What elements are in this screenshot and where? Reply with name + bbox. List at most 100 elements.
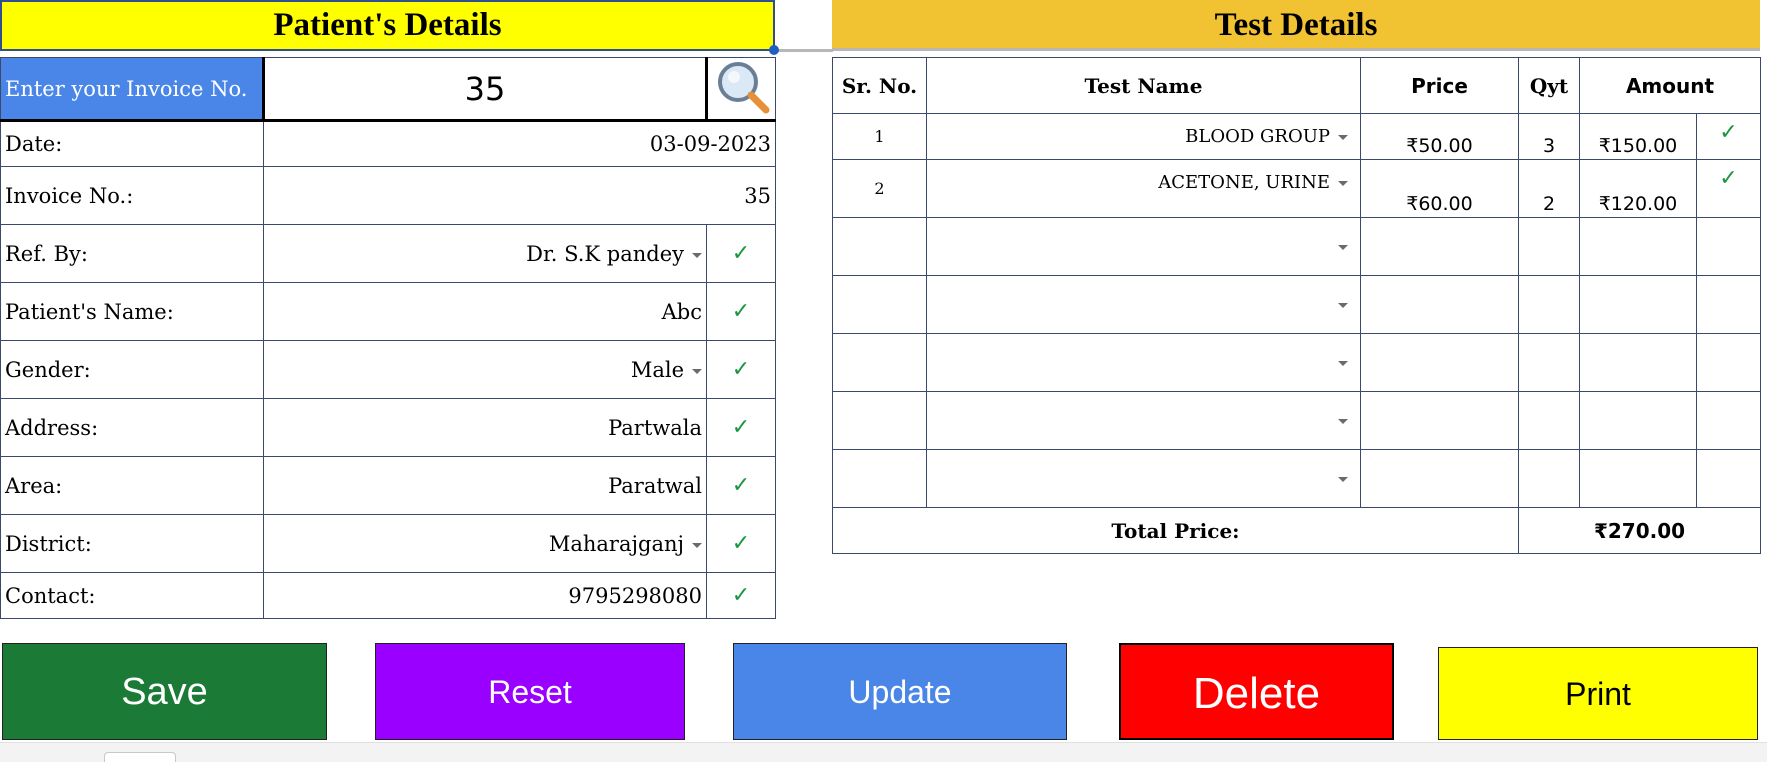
sr-no-cell <box>832 275 927 334</box>
dropdown-arrow-icon[interactable] <box>1338 134 1348 140</box>
sr-no-cell <box>832 333 927 392</box>
check-icon: ✓ <box>1695 159 1762 218</box>
save-button[interactable]: Save <box>2 643 327 740</box>
header-divider <box>775 49 833 52</box>
reset-button[interactable]: Reset <box>375 643 685 740</box>
check-cell <box>1695 217 1762 276</box>
date-value[interactable]: 03-09-2023 <box>263 120 776 167</box>
district-select[interactable]: Maharajganj <box>263 514 707 573</box>
price-cell: ₹50.00 <box>1360 113 1519 160</box>
check-icon: ✓ <box>706 456 776 515</box>
check-icon: ✓ <box>1695 113 1762 160</box>
sr-no-cell <box>832 391 927 450</box>
amount-header: Amount <box>1578 57 1762 114</box>
amount-cell <box>1579 275 1697 334</box>
test-name-select[interactable]: ACETONE, URINE <box>926 159 1361 218</box>
invoice-no-value[interactable]: 35 <box>263 166 776 225</box>
test-details-table: Sr. No. Test Name Price Qyt Amount 1 BLO… <box>832 57 1762 554</box>
patient-name-label: Patient's Name: <box>0 282 264 341</box>
address-label: Address: <box>0 398 264 457</box>
patient-details-header: Patient's Details <box>0 0 775 51</box>
magnifier-icon[interactable] <box>713 58 771 114</box>
sr-no-cell: 2 <box>832 159 927 218</box>
sr-no-cell <box>832 449 927 508</box>
check-cell <box>1695 333 1762 392</box>
amount-cell: ₹120.00 <box>1579 159 1697 218</box>
qty-cell[interactable] <box>1518 391 1580 450</box>
price-cell <box>1360 275 1519 334</box>
qty-cell[interactable] <box>1518 275 1580 334</box>
invoice-search-input[interactable]: 35 <box>262 57 708 122</box>
dropdown-arrow-icon[interactable] <box>692 368 702 374</box>
date-label: Date: <box>0 120 264 167</box>
test-name-select[interactable] <box>926 391 1361 450</box>
check-icon: ✓ <box>706 514 776 573</box>
invoice-no-label: Invoice No.: <box>0 166 264 225</box>
test-details-header: Test Details <box>832 0 1760 51</box>
dropdown-arrow-icon[interactable] <box>1338 244 1348 250</box>
price-cell <box>1360 333 1519 392</box>
price-cell <box>1360 449 1519 508</box>
contact-value[interactable]: 9795298080 <box>263 572 707 619</box>
search-button[interactable] <box>706 57 776 122</box>
selection-handle[interactable] <box>769 45 779 55</box>
price-cell: ₹60.00 <box>1360 159 1519 218</box>
amount-cell <box>1579 391 1697 450</box>
test-name-select[interactable] <box>926 217 1361 276</box>
check-icon: ✓ <box>706 282 776 341</box>
check-icon: ✓ <box>706 572 776 619</box>
price-cell <box>1360 217 1519 276</box>
test-name-value: ACETONE, URINE <box>1158 172 1330 193</box>
price-header: Price <box>1360 57 1519 114</box>
test-name-select[interactable] <box>926 449 1361 508</box>
qty-cell[interactable] <box>1518 449 1580 508</box>
patient-details-table: Enter your Invoice No. 35 Date: 03-09-20… <box>0 57 776 619</box>
amount-cell <box>1579 449 1697 508</box>
amount-cell: ₹150.00 <box>1579 113 1697 160</box>
update-button[interactable]: Update <box>733 643 1067 740</box>
delete-button[interactable]: Delete <box>1119 643 1394 740</box>
total-price-value: ₹270.00 <box>1517 507 1762 554</box>
sr-no-cell <box>832 217 927 276</box>
test-name-select[interactable] <box>926 333 1361 392</box>
check-icon: ✓ <box>706 224 776 283</box>
qty-cell[interactable] <box>1518 217 1580 276</box>
sr-no-cell: 1 <box>832 113 927 160</box>
dropdown-arrow-icon[interactable] <box>1338 476 1348 482</box>
check-cell <box>1695 391 1762 450</box>
contact-label: Contact: <box>0 572 264 619</box>
amount-cell <box>1579 333 1697 392</box>
test-name-select[interactable]: BLOOD GROUP <box>926 113 1361 160</box>
dropdown-arrow-icon[interactable] <box>1338 180 1348 186</box>
gender-value: Male <box>630 357 684 382</box>
check-icon: ✓ <box>706 340 776 399</box>
qty-cell[interactable] <box>1518 333 1580 392</box>
ref-by-label: Ref. By: <box>0 224 264 283</box>
ref-by-value: Dr. S.K pandey <box>526 241 684 266</box>
check-cell <box>1695 275 1762 334</box>
dropdown-arrow-icon[interactable] <box>1338 418 1348 424</box>
patient-name-value[interactable]: Abc <box>263 282 707 341</box>
sheet-tab[interactable] <box>104 752 176 762</box>
invoice-prompt-label: Enter your Invoice No. <box>0 57 264 122</box>
test-name-select[interactable] <box>926 275 1361 334</box>
dropdown-arrow-icon[interactable] <box>692 542 702 548</box>
gender-select[interactable]: Male <box>263 340 707 399</box>
test-name-header: Test Name <box>926 57 1361 114</box>
qty-cell[interactable]: 2 <box>1518 159 1580 218</box>
district-label: District: <box>0 514 264 573</box>
qty-cell[interactable]: 3 <box>1518 113 1580 160</box>
test-name-value: BLOOD GROUP <box>1185 126 1330 147</box>
ref-by-select[interactable]: Dr. S.K pandey <box>263 224 707 283</box>
area-label: Area: <box>0 456 264 515</box>
check-icon: ✓ <box>706 398 776 457</box>
print-button[interactable]: Print <box>1438 647 1758 740</box>
district-value: Maharajganj <box>548 531 684 556</box>
area-value[interactable]: Paratwal <box>263 456 707 515</box>
sheet-tab-bar <box>0 742 1767 762</box>
dropdown-arrow-icon[interactable] <box>692 252 702 258</box>
dropdown-arrow-icon[interactable] <box>1338 360 1348 366</box>
price-cell <box>1360 391 1519 450</box>
address-value[interactable]: Partwala <box>263 398 707 457</box>
dropdown-arrow-icon[interactable] <box>1338 302 1348 308</box>
